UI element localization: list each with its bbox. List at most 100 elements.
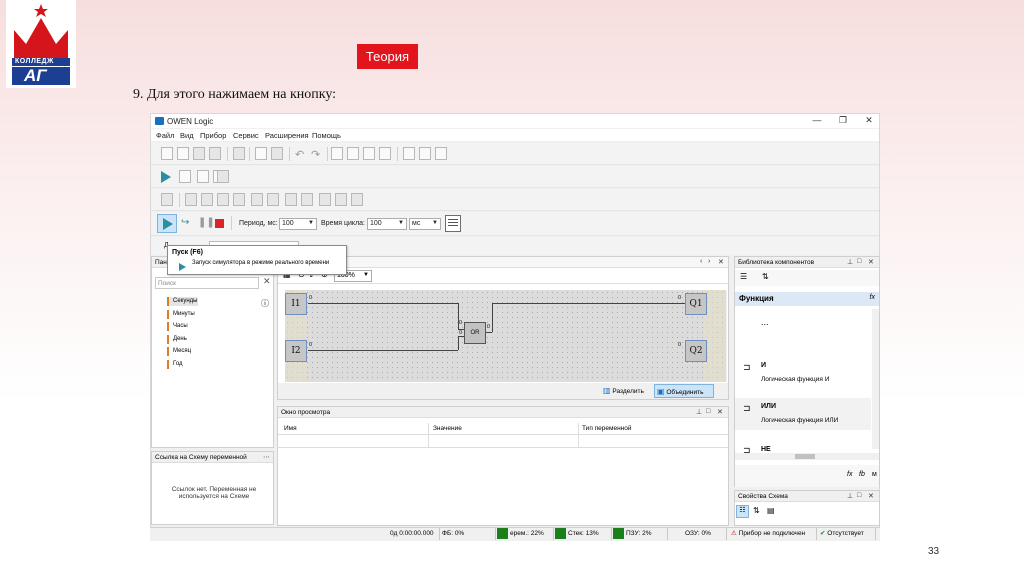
library-item-or[interactable]: ⊐ ИЛИ Логическая функция ИЛИ [735,398,871,430]
pause-icon[interactable]: ❚❚ [198,217,215,228]
close-button[interactable]: ✕ [859,115,879,127]
tab-close-icon[interactable]: ✕ [718,258,724,266]
redo-icon[interactable]: ↷ [311,148,320,161]
layout-icon[interactable] [403,147,415,160]
page-icon[interactable] [419,147,431,160]
output-block-q2[interactable]: Q2 [685,340,707,362]
stop-icon[interactable] [215,219,224,228]
save-icon[interactable] [193,147,205,160]
panel-menu-icon[interactable]: ⋯ [263,453,270,461]
tab-m[interactable]: м [872,471,877,478]
pin-or-in2: 0 [459,330,463,336]
list-item-year[interactable]: Год [167,360,183,369]
new-file-icon[interactable] [161,147,173,160]
pin-panel-icon[interactable]: ⊥ [696,408,702,416]
category-view-icon[interactable]: ☷ [736,505,749,518]
cycle-select[interactable]: 100 ▼ [367,218,407,230]
step-over-icon[interactable]: ↪ [181,217,189,228]
merge-button[interactable]: ▣ Объединить [654,384,714,398]
col-type[interactable]: Тип переменной [582,425,632,432]
list-item-minutes[interactable]: Минуты [167,310,195,319]
close-props-icon[interactable]: ✕ [868,492,874,500]
menu-extensions[interactable]: Расширения [265,131,309,140]
or-gate[interactable]: OR [464,322,486,344]
output-block-q1[interactable]: Q1 [685,293,707,315]
block-n2-icon[interactable] [267,193,279,206]
block-r-icon[interactable] [301,193,313,206]
title-bar: OWEN Logic — ❐ ✕ [151,114,879,128]
maximize-library-icon[interactable]: □ [857,258,861,265]
tab-scroll-left-icon[interactable]: ‹ [700,258,702,265]
menu-view[interactable]: Вид [180,131,194,140]
print-icon[interactable] [233,147,245,160]
menu-file[interactable]: Файл [156,131,174,140]
maximize-props-icon[interactable]: □ [857,492,861,499]
col-value[interactable]: Значение [433,425,462,432]
close-panel-icon[interactable]: ✕ [717,408,723,416]
paste-icon[interactable] [271,147,283,160]
info-icon[interactable]: ⓘ [261,298,269,309]
block-x-icon[interactable] [335,193,347,206]
block-n-icon[interactable] [251,193,263,206]
period-select[interactable]: 100 ▼ [279,218,317,230]
schematic-canvas[interactable]: I1 I2 Q1 Q2 OR 0 0 0 0 0 0 0 [285,290,726,382]
undo-icon[interactable]: ↶ [295,148,304,161]
start-button[interactable] [157,214,177,233]
tab-fx[interactable]: fx [847,471,852,478]
block-c-icon[interactable] [217,193,229,206]
list-item-day[interactable]: День [167,335,187,344]
pin-props-icon[interactable]: ⊥ [847,492,853,500]
list-view-icon[interactable]: ☰ [740,272,747,281]
clear-search-icon[interactable]: ✕ [263,276,271,287]
open-file-icon[interactable] [177,147,189,160]
menu-service[interactable]: Сервис [233,131,259,140]
maximize-panel-icon[interactable]: □ [706,408,710,415]
minimize-button[interactable]: — [807,115,827,127]
search-device-icon[interactable] [347,147,359,160]
simulator-window-icon[interactable] [445,215,461,232]
library-item-and[interactable]: ⊐ И Логическая функция И [735,357,871,389]
list-item-month[interactable]: Месяц [167,347,191,356]
block-w-icon[interactable] [285,193,297,206]
block-b-icon[interactable] [319,193,331,206]
save-as-icon[interactable] [209,147,221,160]
block-f-icon[interactable] [351,193,363,206]
warning-icon: ⚠ [731,530,737,537]
category-function[interactable]: Функция fx [735,292,879,306]
compile-icon[interactable] [331,147,343,160]
connect-icon[interactable] [197,170,209,183]
library-item-not[interactable]: ⊐ НЕ [735,443,871,453]
monitor-icon[interactable] [217,170,229,183]
read-device-icon[interactable] [363,147,375,160]
properties-icon[interactable]: ▤ [767,506,775,515]
block-v2-icon[interactable] [201,193,213,206]
cycle-unit-select[interactable]: мс ▼ [409,218,441,230]
list-item-hours[interactable]: Часы [167,322,188,331]
alpha-sort-icon[interactable]: ⇅ [753,506,760,515]
play-icon[interactable] [161,171,171,183]
search-input[interactable]: Поиск [155,277,259,289]
close-library-icon[interactable]: ✕ [868,258,874,266]
menu-device[interactable]: Прибор [200,131,226,140]
block-v-icon[interactable] [185,193,197,206]
list-item-seconds[interactable]: Секунды [167,297,198,306]
copy-icon[interactable] [255,147,267,160]
tab-scroll-right-icon[interactable]: › [708,258,710,265]
maximize-button[interactable]: ❐ [833,115,853,127]
split-button[interactable]: ▥ Разделить [603,385,653,397]
theory-button[interactable]: Теория [357,44,418,69]
tab-fb[interactable]: fb [859,471,865,478]
library-h-scrollbar[interactable] [735,453,879,460]
menu-help[interactable]: Помощь [312,131,341,140]
block-c2-icon[interactable] [233,193,245,206]
export-icon[interactable] [435,147,447,160]
block-a-icon[interactable] [161,193,173,206]
step-icon[interactable] [179,170,191,183]
col-name[interactable]: Имя [284,425,297,432]
sort-icon[interactable]: ⇅ [762,272,769,281]
input-block-i2[interactable]: I2 [285,340,307,362]
pin-library-icon[interactable]: ⊥ [847,258,853,266]
library-scrollbar[interactable] [872,309,879,449]
input-block-i1[interactable]: I1 [285,293,307,315]
write-device-icon[interactable] [379,147,391,160]
